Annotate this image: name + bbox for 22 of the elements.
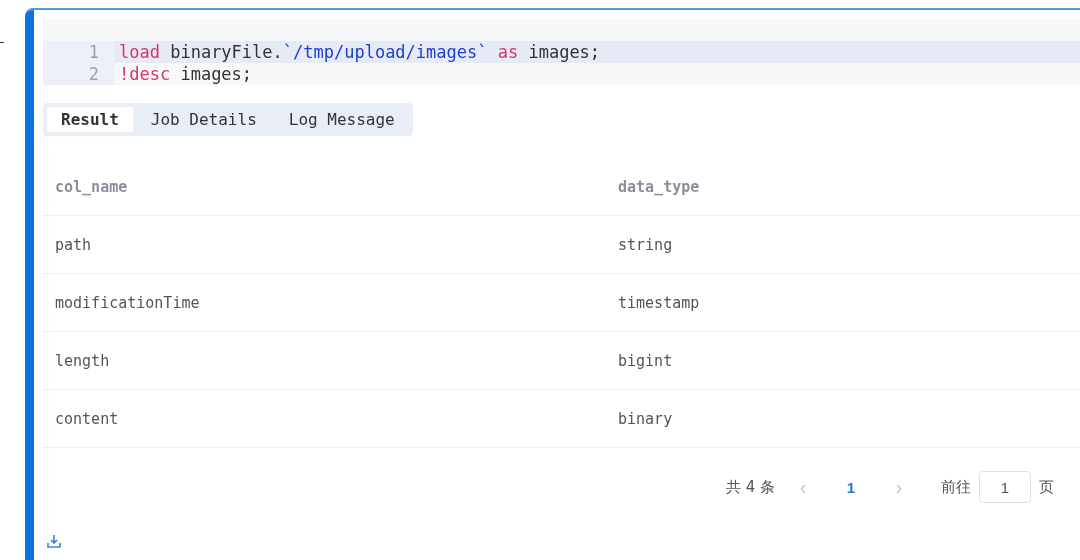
table-cell-text: timestamp [617,293,701,312]
table-cell-text: bigint [617,351,674,370]
goto-label: 前往 [941,477,971,497]
line-number: 2 [43,63,115,85]
tab[interactable]: Log Message [274,107,409,132]
column-header: data_type [617,177,701,196]
table-cell-text: length [54,351,111,370]
table-cell-text: path [54,235,93,254]
table-cell-text: modificationTime [54,293,201,312]
code-editor[interactable]: 1 load binaryFile.`/tmp/upload/images` as images; 2 !desc images; [43,19,1080,85]
table-cell-text: content [54,409,120,428]
line-number: 1 [43,41,115,63]
table-cell-text: binary [617,409,674,428]
page-number[interactable]: 1 [831,477,871,497]
page-input[interactable]: 1 [979,471,1031,503]
tab[interactable]: Job Details [136,107,271,132]
download-icon[interactable] [46,533,62,549]
page-suffix: 页 [1039,477,1054,497]
column-header: col_name [54,177,129,196]
table-cell-text: string [617,235,674,254]
tab[interactable]: Result [47,107,133,132]
total-count: 共 4 条 [725,477,775,497]
